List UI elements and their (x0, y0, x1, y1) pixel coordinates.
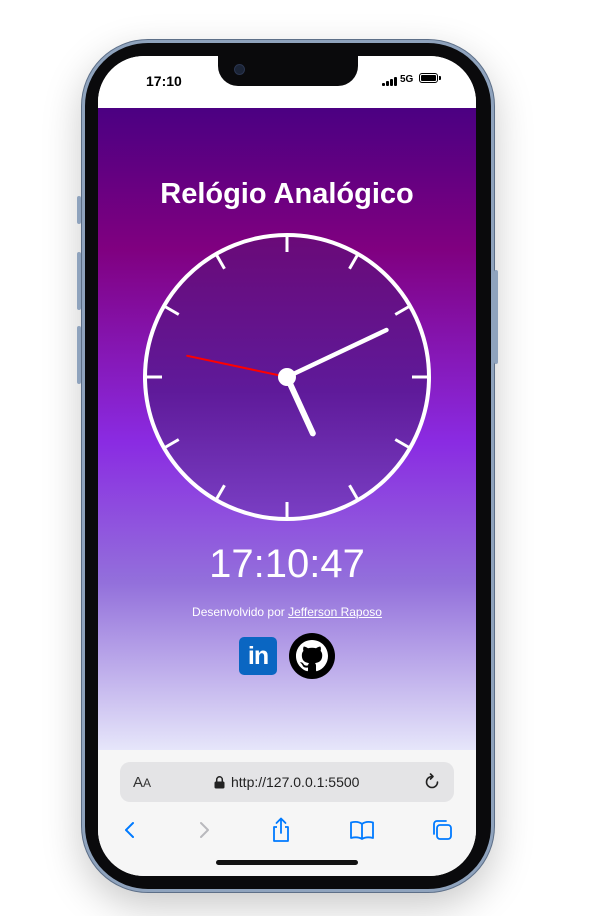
github-octocat-glyph (296, 640, 328, 672)
browser-toolbar: AA http://127.0.0.1:5500 (98, 750, 476, 876)
text-size-label-small: A (143, 776, 152, 790)
share-button[interactable] (265, 814, 297, 846)
status-time: 17:10 (146, 73, 182, 89)
clock-center-pin (278, 368, 296, 386)
credits-prefix: Desenvolvido por (192, 605, 289, 619)
power-button (494, 270, 498, 364)
status-bar: 17:10 5G (98, 56, 476, 108)
front-camera (234, 64, 245, 75)
tabs-button[interactable] (426, 814, 458, 846)
battery-icon (419, 73, 441, 83)
linkedin-icon[interactable]: in (239, 637, 277, 675)
page-title: Relógio Analógico (160, 178, 414, 210)
url-text: http://127.0.0.1:5500 (231, 774, 360, 790)
action-button (77, 196, 81, 224)
digital-time: 17:10:47 (209, 542, 365, 586)
volume-up-button (77, 252, 81, 310)
phone-screen: 17:10 5G Relógio Analógico 17:10:47 Dese… (98, 56, 476, 876)
text-size-button[interactable]: AA (133, 774, 151, 791)
text-size-label: A (133, 774, 144, 791)
tabs-icon (433, 820, 452, 840)
forward-icon (200, 822, 209, 838)
bookmarks-icon (350, 820, 374, 840)
lock-icon (214, 775, 225, 788)
social-links: in (98, 633, 476, 679)
home-indicator (216, 860, 358, 865)
reload-icon[interactable] (422, 772, 442, 792)
browser-nav (98, 814, 476, 846)
linkedin-icon-text: in (247, 641, 269, 670)
back-icon (125, 822, 134, 838)
signal-icon (382, 76, 400, 86)
page-content: Relógio Analógico 17:10:47 Desenvolvido … (98, 108, 476, 750)
credits: Desenvolvido por Jefferson Raposo (98, 605, 476, 619)
url-display[interactable]: http://127.0.0.1:5500 (214, 774, 359, 790)
network-label: 5G (400, 74, 414, 85)
analog-clock (143, 233, 431, 521)
address-bar[interactable]: AA http://127.0.0.1:5500 (120, 762, 454, 802)
author-link[interactable]: Jefferson Raposo (288, 605, 382, 619)
volume-down-button (77, 326, 81, 384)
github-icon[interactable] (289, 633, 335, 679)
forward-button[interactable] (188, 814, 220, 846)
back-button[interactable] (114, 814, 146, 846)
share-icon (273, 817, 289, 842)
bookmarks-button[interactable] (346, 814, 378, 846)
